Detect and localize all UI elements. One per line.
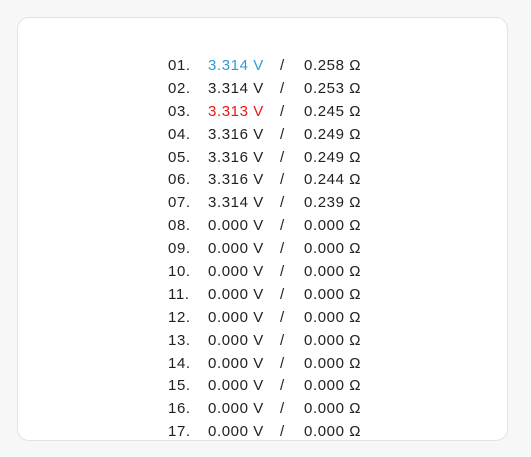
value-separator: / bbox=[280, 308, 285, 326]
cell-index: 13. bbox=[168, 331, 191, 349]
cell-resistance: 0.000 Ω bbox=[304, 308, 362, 326]
cell-index: 02. bbox=[168, 79, 191, 97]
value-separator: / bbox=[280, 331, 285, 349]
cell-row: 15. 0.000 V / 0.000 Ω bbox=[18, 375, 507, 398]
cell-voltage-card: 01. 3.314 V / 0.258 Ω 02. 3.314 V / 0.253 Ω 03. 3… bbox=[17, 17, 508, 441]
value-separator: / bbox=[280, 79, 285, 97]
cell-voltage: 0.000 V bbox=[208, 308, 264, 326]
value-separator: / bbox=[280, 377, 285, 395]
cell-index: 12. bbox=[168, 308, 191, 326]
cell-resistance: 0.249 Ω bbox=[304, 125, 362, 143]
cell-voltage: 0.000 V bbox=[208, 354, 264, 372]
cell-resistance: 0.000 Ω bbox=[304, 217, 362, 235]
cell-index: 07. bbox=[168, 194, 191, 212]
cell-voltage: 3.316 V bbox=[208, 125, 264, 143]
value-separator: / bbox=[280, 57, 285, 74]
value-separator: / bbox=[280, 125, 285, 143]
cell-resistance: 0.239 Ω bbox=[304, 194, 362, 212]
cell-row: 16. 0.000 V / 0.000 Ω bbox=[18, 398, 507, 421]
cell-voltage: 3.316 V bbox=[208, 171, 264, 189]
cell-resistance: 0.000 Ω bbox=[304, 285, 362, 303]
value-separator: / bbox=[280, 285, 285, 303]
cell-row: 07. 3.314 V / 0.239 Ω bbox=[18, 192, 507, 215]
value-separator: / bbox=[280, 148, 285, 166]
cell-voltage: 0.000 V bbox=[208, 331, 264, 349]
cell-index: 15. bbox=[168, 377, 191, 395]
cell-resistance: 0.000 Ω bbox=[304, 240, 362, 258]
cell-index: 17. bbox=[168, 423, 191, 441]
cell-voltage: 0.000 V bbox=[208, 263, 264, 281]
cell-row: 10. 0.000 V / 0.000 Ω bbox=[18, 261, 507, 284]
cell-row: 14. 0.000 V / 0.000 Ω bbox=[18, 353, 507, 376]
cell-list: 01. 3.314 V / 0.258 Ω 02. 3.314 V / 0.253 Ω 03. 3… bbox=[18, 55, 507, 444]
cell-voltage-min: 3.313 V bbox=[208, 102, 264, 120]
cell-index: 08. bbox=[168, 217, 191, 235]
cell-voltage: 3.314 V bbox=[208, 79, 264, 97]
cell-row: 03. 3.313 V / 0.245 Ω bbox=[18, 101, 507, 124]
cell-resistance: 0.000 Ω bbox=[304, 377, 362, 395]
cell-index: 16. bbox=[168, 400, 191, 418]
cell-index: 09. bbox=[168, 240, 191, 258]
value-separator: / bbox=[280, 102, 285, 120]
cell-voltage: 0.000 V bbox=[208, 423, 264, 441]
cell-voltage: 3.316 V bbox=[208, 148, 264, 166]
cell-index: 14. bbox=[168, 354, 191, 372]
cell-index: 11. bbox=[168, 285, 190, 303]
cell-voltage: 0.000 V bbox=[208, 400, 264, 418]
cell-row: 11. 0.000 V / 0.000 Ω bbox=[18, 284, 507, 307]
cell-resistance: 0.245 Ω bbox=[304, 102, 362, 120]
value-separator: / bbox=[280, 171, 285, 189]
value-separator: / bbox=[280, 354, 285, 372]
cell-voltage: 0.000 V bbox=[208, 217, 264, 235]
cell-row: 08. 0.000 V / 0.000 Ω bbox=[18, 215, 507, 238]
cell-row: 12. 0.000 V / 0.000 Ω bbox=[18, 307, 507, 330]
cell-row: 02. 3.314 V / 0.253 Ω bbox=[18, 78, 507, 101]
cell-index: 05. bbox=[168, 148, 191, 166]
cell-resistance: 0.258 Ω bbox=[304, 57, 362, 74]
value-separator: / bbox=[280, 263, 285, 281]
cell-index: 03. bbox=[168, 102, 191, 120]
cell-index: 04. bbox=[168, 125, 191, 143]
cell-index: 06. bbox=[168, 171, 191, 189]
value-separator: / bbox=[280, 240, 285, 258]
value-separator: / bbox=[280, 423, 285, 441]
cell-index: 01. bbox=[168, 57, 191, 74]
cell-resistance: 0.000 Ω bbox=[304, 423, 362, 441]
value-separator: / bbox=[280, 194, 285, 212]
cell-voltage: 3.314 V bbox=[208, 194, 264, 212]
cell-row: 13. 0.000 V / 0.000 Ω bbox=[18, 330, 507, 353]
cell-resistance: 0.000 Ω bbox=[304, 400, 362, 418]
cell-row: 04. 3.316 V / 0.249 Ω bbox=[18, 124, 507, 147]
cell-voltage: 0.000 V bbox=[208, 377, 264, 395]
cell-resistance: 0.000 Ω bbox=[304, 354, 362, 372]
cell-row: 06. 3.316 V / 0.244 Ω bbox=[18, 169, 507, 192]
cell-row: 01. 3.314 V / 0.258 Ω bbox=[18, 55, 507, 78]
cell-resistance: 0.253 Ω bbox=[304, 79, 362, 97]
value-separator: / bbox=[280, 400, 285, 418]
cell-resistance: 0.000 Ω bbox=[304, 331, 362, 349]
cell-voltage: 0.000 V bbox=[208, 285, 264, 303]
cell-voltage: 0.000 V bbox=[208, 240, 264, 258]
cell-resistance: 0.000 Ω bbox=[304, 263, 362, 281]
value-separator: / bbox=[280, 217, 285, 235]
cell-row: 09. 0.000 V / 0.000 Ω bbox=[18, 238, 507, 261]
cell-row: 17. 0.000 V / 0.000 Ω bbox=[18, 421, 507, 444]
cell-resistance: 0.249 Ω bbox=[304, 148, 362, 166]
cell-index: 10. bbox=[168, 263, 191, 281]
cell-row: 05. 3.316 V / 0.249 Ω bbox=[18, 147, 507, 170]
cell-voltage-max: 3.314 V bbox=[208, 57, 264, 74]
cell-resistance: 0.244 Ω bbox=[304, 171, 362, 189]
